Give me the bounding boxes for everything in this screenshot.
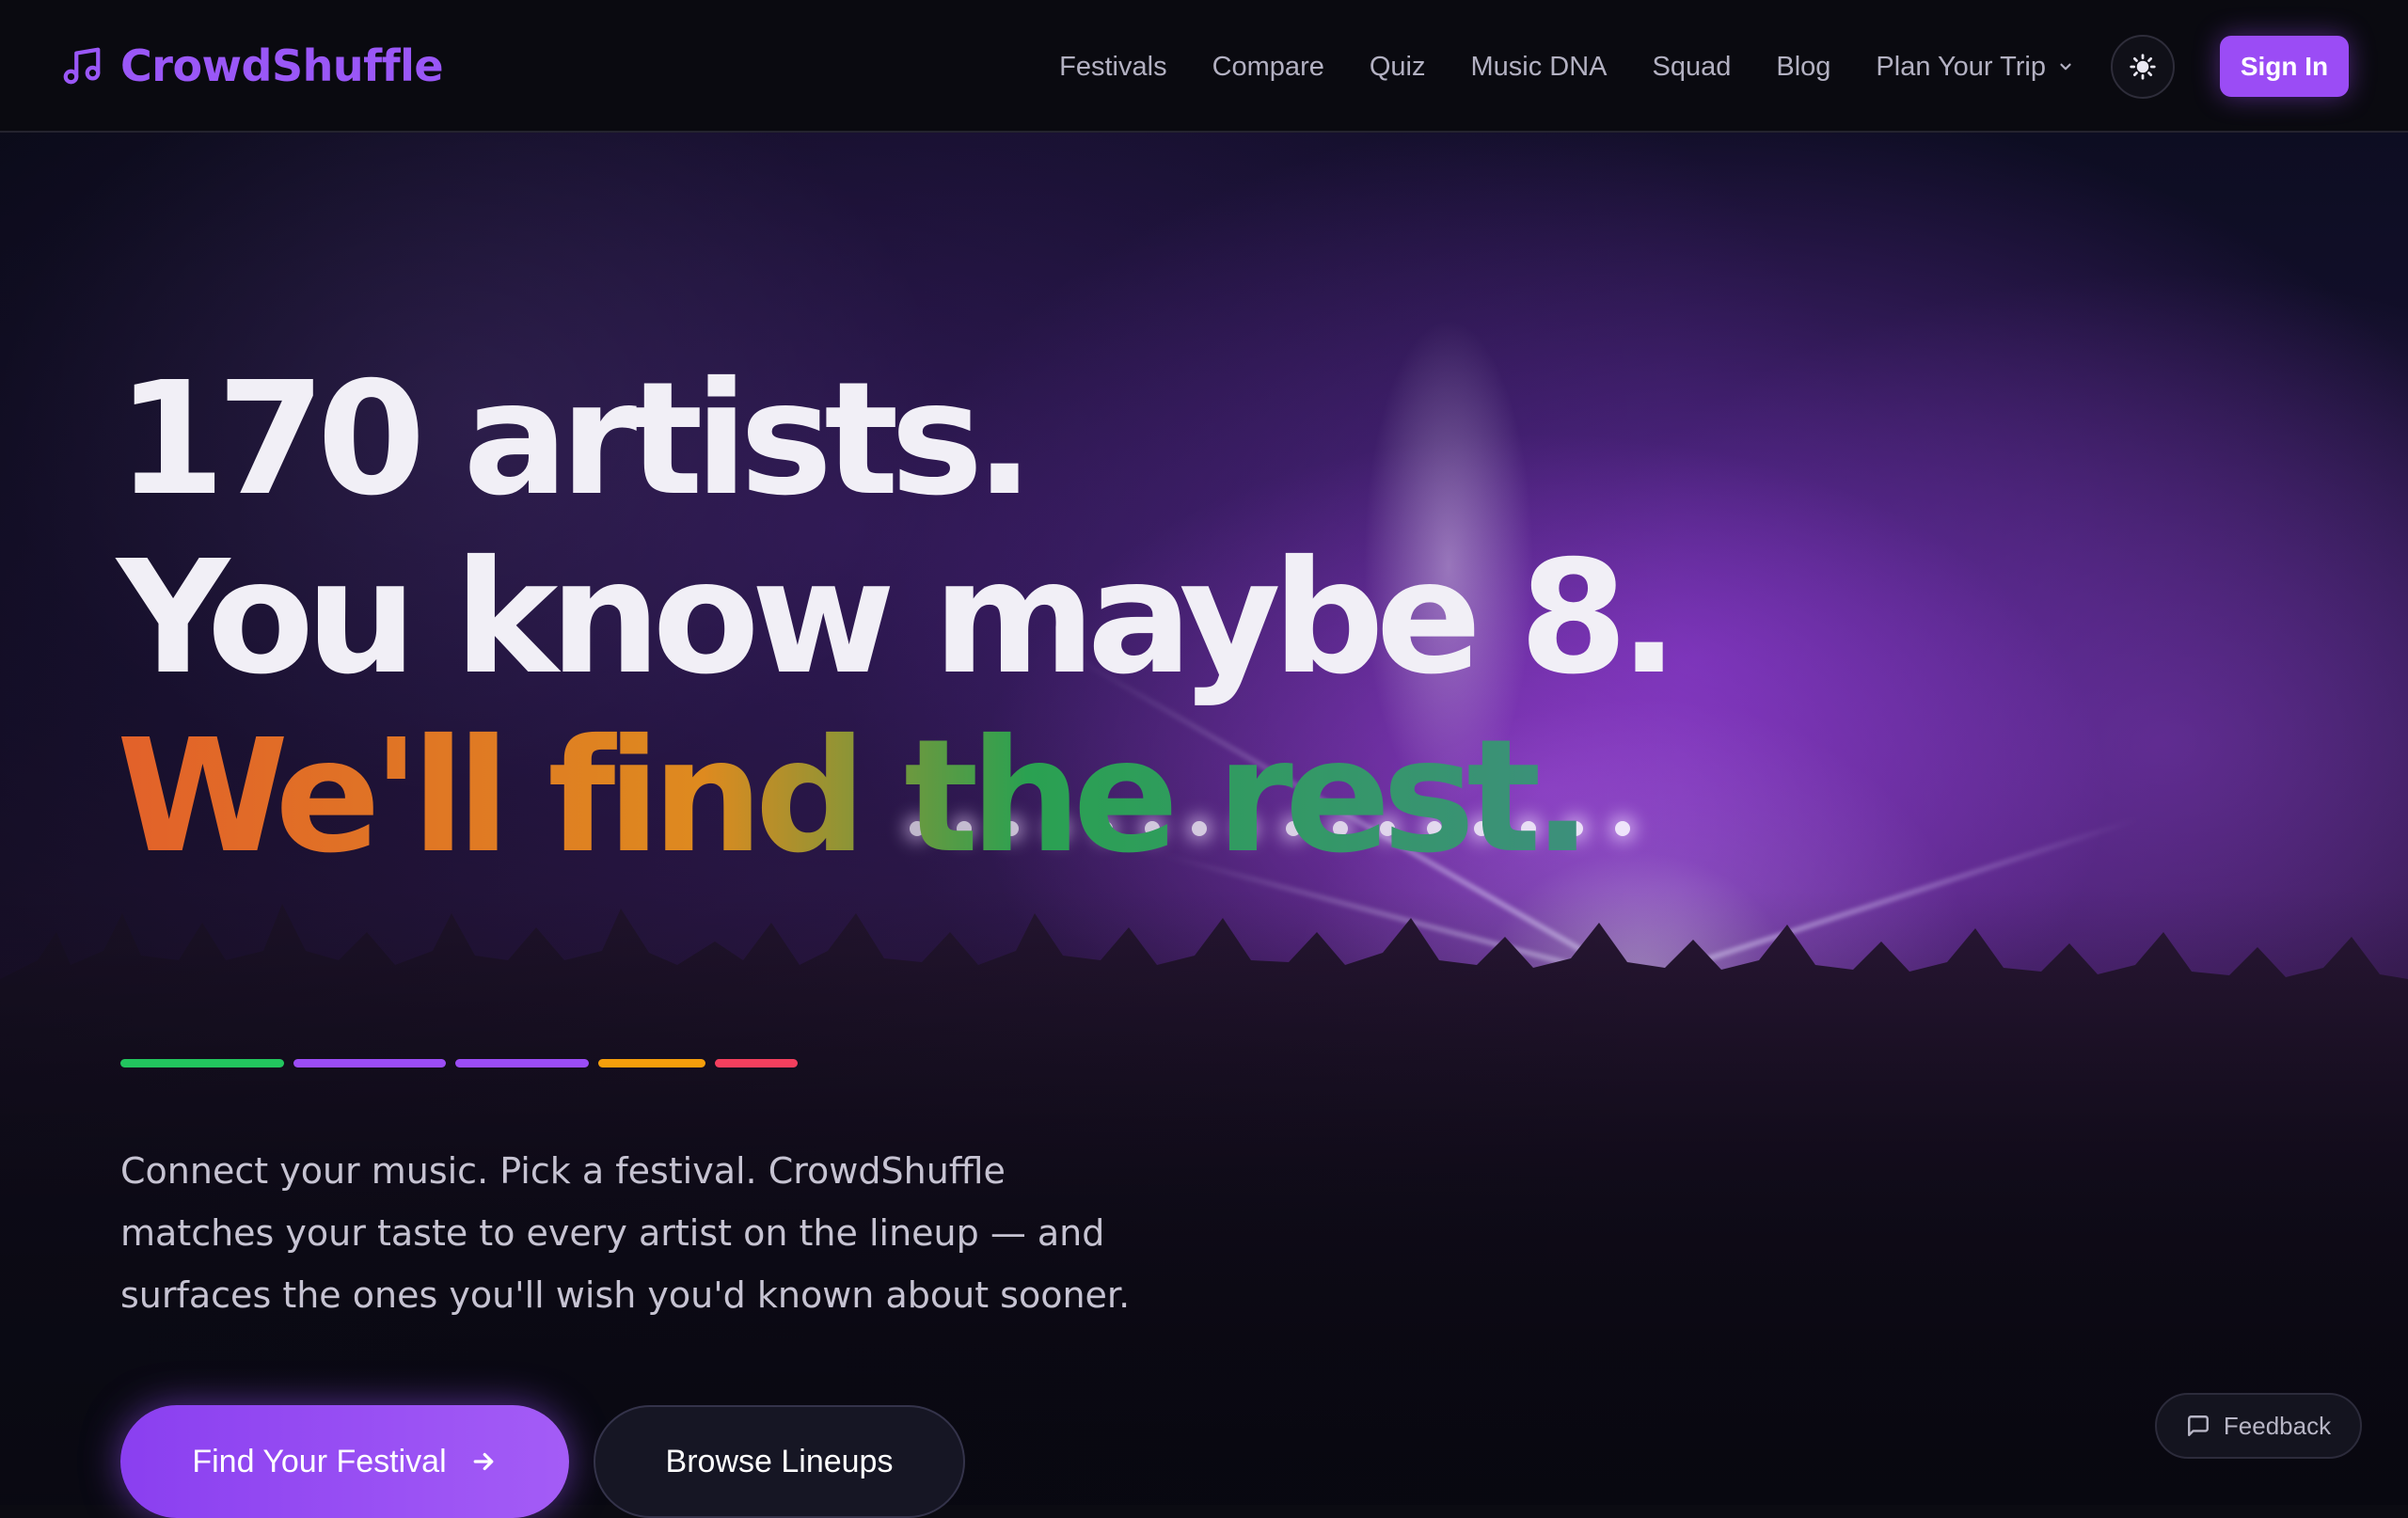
brand-logo[interactable]: CrowdShuffle (60, 40, 444, 92)
find-your-festival-button[interactable]: Find Your Festival (120, 1405, 569, 1518)
feedback-button[interactable]: Feedback (2155, 1393, 2362, 1459)
hero-headline-line-3: We'll find the rest. (117, 706, 1592, 888)
find-your-festival-label: Find Your Festival (192, 1443, 447, 1479)
message-square-icon (2187, 1415, 2209, 1436)
accent-bar (120, 1059, 284, 1067)
nav-link-music-dna[interactable]: Music DNA (1471, 52, 1608, 83)
nav-link-quiz[interactable]: Quiz (1370, 52, 1426, 83)
browse-lineups-button[interactable]: Browse Lineups (594, 1405, 965, 1518)
accent-bar (598, 1059, 705, 1067)
hero-headline-line-2: You know maybe 8. (117, 528, 1679, 709)
accent-bar (715, 1059, 798, 1067)
sun-icon (2130, 54, 2156, 80)
theme-toggle-button[interactable] (2111, 35, 2175, 99)
arrow-right-icon (473, 1452, 493, 1471)
accent-bar (455, 1059, 589, 1067)
music-note-icon (63, 47, 101, 85)
top-navbar: CrowdShuffle Festivals Compare Quiz Musi… (0, 0, 2408, 133)
accent-bars (120, 1059, 798, 1067)
nav-link-blog[interactable]: Blog (1776, 52, 1830, 83)
accent-bar (293, 1059, 446, 1067)
chevron-down-icon (2060, 63, 2071, 71)
nav-dropdown-plan-your-trip[interactable]: Plan Your Trip (1876, 52, 2074, 83)
hero-subtitle: Connect your music. Pick a festival. Cro… (120, 1150, 1131, 1316)
nav-link-squad[interactable]: Squad (1653, 52, 1732, 83)
brand-name: CrowdShuffle (120, 40, 444, 91)
nav-dropdown-label: Plan Your Trip (1876, 51, 2046, 82)
hero-headline-line-1: 170 artists. (117, 349, 1034, 530)
primary-nav: Festivals Compare Quiz Music DNA Squad B… (1059, 43, 2074, 90)
sign-in-button[interactable]: Sign In (2220, 36, 2349, 97)
feedback-label: Feedback (2223, 1411, 2332, 1440)
nav-link-compare[interactable]: Compare (1212, 52, 1324, 83)
nav-link-festivals[interactable]: Festivals (1059, 52, 1166, 83)
